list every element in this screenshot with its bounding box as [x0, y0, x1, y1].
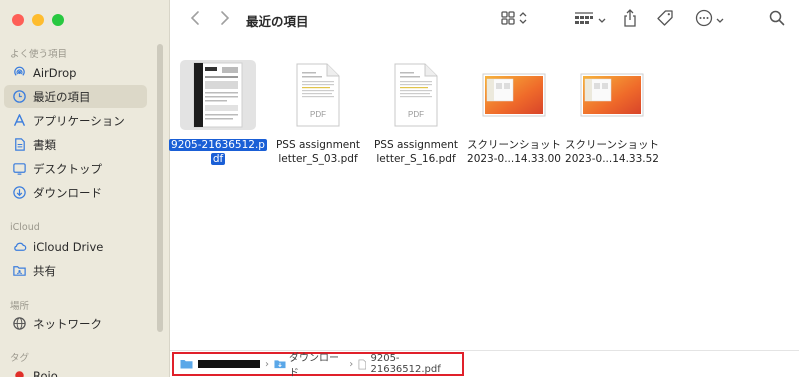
pdf-file-small-icon	[358, 359, 367, 369]
sidebar-item-downloads[interactable]: ダウンロード	[4, 181, 147, 204]
zoom-window-button[interactable]	[52, 14, 64, 26]
search-button[interactable]	[766, 9, 788, 31]
chevron-right-icon	[219, 10, 231, 31]
path-separator-chevron-icon: ›	[265, 358, 269, 370]
file-name: PSS assignment letter_S_16.pdf	[373, 139, 459, 165]
sidebar-item-label: AirDrop	[33, 65, 77, 80]
screenshot-thumbnail-icon	[580, 73, 644, 117]
sidebar-section-favorites: よく使う項目	[10, 49, 68, 60]
sidebar-item-documents[interactable]: 書類	[4, 133, 147, 156]
path-bar: › ダウンロード › 9205-21636512.pdf	[172, 349, 464, 377]
shared-folder-icon	[11, 263, 27, 279]
file-thumbnail: PDF	[378, 60, 454, 130]
toolbar: 最近の項目	[170, 0, 799, 40]
file-item[interactable]: 9205-21636512.p df	[168, 60, 268, 166]
share-button[interactable]	[620, 8, 640, 32]
sidebar-section-icloud: iCloud	[10, 222, 40, 233]
svg-text:PDF: PDF	[310, 110, 326, 119]
sidebar-item-network[interactable]: ネットワーク	[4, 312, 147, 335]
file-thumbnail	[574, 60, 650, 130]
path-separator-chevron-icon: ›	[349, 358, 354, 370]
folder-icon	[180, 360, 193, 369]
sidebar-item-label: アプリケーション	[33, 113, 125, 128]
file-item[interactable]: PDF PSS assignment letter_S_16.pdf	[366, 60, 466, 166]
file-thumbnail	[180, 60, 256, 130]
downloads-icon	[11, 185, 27, 201]
file-item[interactable]: スクリーンショット 2023-0...14.33.52	[562, 60, 662, 166]
redacted-username	[198, 360, 260, 368]
sidebar-item-recents[interactable]: 最近の項目	[4, 85, 147, 108]
tag-color-dot-icon	[11, 368, 27, 377]
back-button[interactable]	[186, 9, 204, 31]
window-title: 最近の項目	[246, 14, 309, 29]
path-segment-label: 9205-21636512.pdf	[370, 353, 441, 375]
sidebar-item-label: 書類	[33, 137, 56, 152]
more-actions-button[interactable]	[692, 9, 726, 31]
chevron-left-icon	[189, 10, 201, 31]
recents-icon	[11, 89, 27, 105]
window-controls	[12, 14, 64, 26]
sidebar-item-label: iCloud Drive	[33, 239, 104, 254]
sidebar-scrollbar[interactable]	[157, 44, 163, 332]
pathbar-divider	[170, 350, 799, 351]
pdf-file-icon: PDF	[296, 63, 340, 127]
file-item[interactable]: PDF PSS assignment letter_S_03.pdf	[268, 60, 368, 166]
sidebar-item-label: Rojo	[33, 368, 58, 377]
file-thumbnail	[476, 60, 552, 130]
sidebar-item-label: 最近の項目	[33, 89, 91, 104]
sidebar-item-label: ダウンロード	[33, 185, 102, 200]
tag-icon	[656, 9, 674, 32]
airdrop-icon	[11, 65, 27, 81]
path-segment-downloads[interactable]: ダウンロード	[274, 349, 344, 377]
screenshot-thumbnail-icon	[482, 73, 546, 117]
view-mode-button[interactable]	[494, 9, 532, 31]
sidebar-item-tag-rojo[interactable]: Rojo	[4, 364, 147, 377]
group-button[interactable]	[572, 9, 608, 31]
sidebar-item-desktop[interactable]: デスクトップ	[4, 157, 147, 180]
forward-button[interactable]	[216, 9, 234, 31]
sidebar-item-airdrop[interactable]: AirDrop	[4, 61, 147, 84]
sidebar-item-applications[interactable]: アプリケーション	[4, 109, 147, 132]
search-icon	[769, 10, 785, 31]
path-segment-file[interactable]: 9205-21636512.pdf	[358, 353, 462, 375]
sidebar-item-shared[interactable]: 共有	[4, 259, 147, 282]
chevron-down-icon	[598, 11, 606, 29]
sidebar: よく使う項目 AirDrop 最近の項目 アプリケーション 書類 デスクトップ	[0, 0, 170, 377]
pdf-document-thumbnail-icon	[193, 62, 243, 128]
close-window-button[interactable]	[12, 14, 24, 26]
downloads-folder-icon	[274, 360, 286, 369]
group-by-icon	[574, 11, 594, 30]
documents-icon	[11, 137, 27, 153]
tag-button[interactable]	[654, 9, 676, 31]
ellipsis-circle-icon	[695, 9, 713, 32]
share-icon	[623, 8, 637, 32]
desktop-icon	[11, 161, 27, 177]
icloud-icon	[11, 239, 27, 255]
file-item[interactable]: スクリーンショット 2023-0...14.33.00	[464, 60, 564, 166]
grid-view-icon	[500, 10, 516, 31]
sidebar-item-icloud-drive[interactable]: iCloud Drive	[4, 235, 147, 258]
file-thumbnail: PDF	[280, 60, 356, 130]
svg-text:PDF: PDF	[408, 110, 424, 119]
path-segment-home[interactable]	[180, 359, 260, 369]
sidebar-section-tags: タグ	[10, 353, 30, 364]
sidebar-item-label: 共有	[33, 263, 56, 278]
chevron-updown-icon	[519, 11, 527, 30]
file-name: 9205-21636512.p df	[169, 139, 267, 165]
applications-icon	[11, 113, 27, 129]
sidebar-item-label: ネットワーク	[33, 316, 102, 331]
file-name: PSS assignment letter_S_03.pdf	[275, 139, 361, 165]
chevron-down-icon	[716, 11, 724, 29]
minimize-window-button[interactable]	[32, 14, 44, 26]
file-grid: 9205-21636512.p df PDF PSS assignment le…	[168, 40, 799, 350]
network-icon	[11, 316, 27, 332]
file-name: スクリーンショット 2023-0...14.33.00	[467, 139, 561, 165]
path-segment-label: ダウンロード	[288, 353, 339, 377]
pdf-file-icon: PDF	[394, 63, 438, 127]
sidebar-section-locations: 場所	[10, 301, 30, 312]
sidebar-item-label: デスクトップ	[33, 161, 102, 176]
file-name: スクリーンショット 2023-0...14.33.52	[565, 139, 659, 165]
